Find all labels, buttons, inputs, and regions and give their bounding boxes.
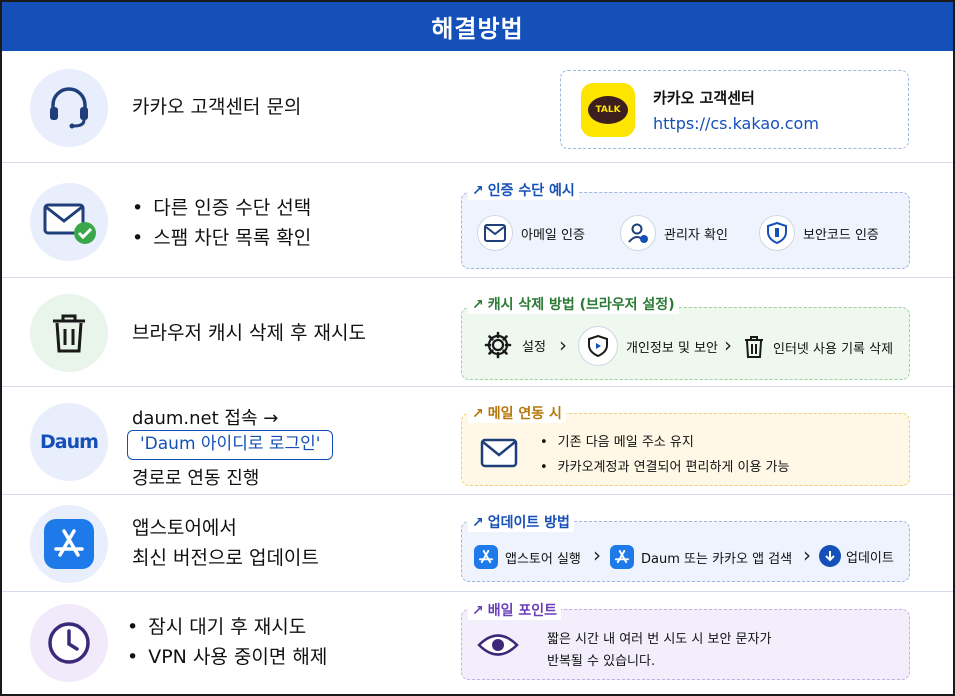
kakao-card-name: 카카오 고객센터 [653, 89, 755, 107]
page-title: 해결방법 [431, 15, 524, 43]
app-store-icon [474, 545, 498, 569]
cache-step-privacy[interactable]: 개인정보 및 보안 [578, 326, 718, 366]
auth-item-label: 보안코드 인증 [803, 227, 879, 243]
chevron-right-icon: › [803, 543, 811, 567]
solutions-card: 해결방법 카카오 고객센터 문의 TALK 카카오 고객센터 https://c… [0, 0, 955, 696]
chevron-right-icon: › [593, 543, 601, 567]
shield-icon [578, 326, 618, 366]
kakao-contact-card[interactable]: TALK 카카오 고객센터 https://cs.kakao.com [560, 70, 909, 149]
auth-item-email[interactable]: 아메일 인증 [477, 215, 585, 251]
row-kakao-support: 카카오 고객센터 문의 TALK 카카오 고객센터 https://cs.kak… [2, 51, 953, 163]
row-update-text: 앱스토어에서 최신 버전으로 업데이트 [132, 513, 319, 573]
bullet-item: 잠시 대기 후 재시도 [127, 612, 327, 642]
auth-item-label: 관리자 확인 [664, 227, 728, 243]
header-bar: 해결방법 [2, 2, 953, 51]
kakao-card-url[interactable]: https://cs.kakao.com [653, 114, 819, 133]
cache-panel-title: ↗ 캐시 삭제 방법 (브라우저 설정) [468, 294, 679, 314]
bullet-item: 스팸 차단 목록 확인 [132, 223, 311, 253]
trash-icon [743, 335, 765, 359]
update-line-2: 최신 버전으로 업데이트 [132, 547, 319, 569]
app-store-icon [610, 545, 634, 569]
update-step-open-store[interactable]: 앱스토어 실행 [474, 545, 581, 569]
bullet-item: VPN 사용 중이면 해제 [127, 642, 327, 672]
mail-icon [480, 438, 518, 472]
download-icon [819, 545, 841, 567]
trash-icon [30, 294, 108, 372]
row-auth-bullets: 다른 인증 수단 선택 스팸 차단 목록 확인 [132, 193, 311, 253]
app-store-icon [30, 505, 108, 583]
cache-step-label: 인터넷 사용 기록 삭제 [773, 341, 894, 357]
chevron-right-icon: › [559, 333, 567, 357]
user-check-icon [620, 215, 656, 251]
update-step-search[interactable]: Daum 또는 카카오 앱 검색 [610, 545, 792, 569]
row-retry-bullets: 잠시 대기 후 재시도 VPN 사용 중이면 해제 [127, 612, 327, 672]
tip-note-line-2: 반복될 수 있습니다. [547, 654, 656, 669]
update-step-install[interactable]: 업데이트 [819, 545, 894, 567]
bullet-item: 기존 다음 메일 주소 유지 [540, 430, 789, 455]
talk-icon: TALK [581, 83, 635, 137]
chevron-right-icon: › [724, 333, 732, 357]
update-step-label: 업데이트 [846, 550, 894, 566]
talk-badge-text: TALK [595, 105, 621, 115]
cache-step-label: 개인정보 및 보안 [626, 340, 718, 356]
mail-link-bullets: 기존 다음 메일 주소 유지 카카오계정과 연결되어 편리하게 이용 가능 [540, 430, 790, 480]
eye-icon [477, 632, 519, 662]
auth-item-code[interactable]: 보안코드 인증 [759, 215, 879, 251]
update-step-label: 앱스토어 실행 [505, 551, 581, 567]
row-cache-text: 브라우저 캐시 삭제 후 재시도 [132, 322, 366, 344]
cache-step-settings[interactable]: 설정 [484, 331, 546, 359]
daum-logo: Daum [30, 403, 108, 481]
mail-check-icon [30, 183, 108, 261]
tip-note: 짧은 시간 내 여러 번 시도 시 보안 문자가 반복될 수 있습니다. [547, 629, 771, 673]
auth-panel-title: ↗ 인증 수단 예시 [468, 180, 579, 200]
update-line-1: 앱스토어에서 [132, 517, 237, 539]
daum-logo-text: Daum [40, 431, 99, 453]
headset-icon [30, 69, 108, 147]
gear-icon [484, 331, 512, 359]
bullet-item: 다른 인증 수단 선택 [132, 193, 311, 223]
daum-login-highlight[interactable]: 'Daum 아이디로 로그인' [127, 430, 334, 460]
auth-item-label: 아메일 인증 [521, 227, 585, 243]
shield-icon [759, 215, 795, 251]
auth-item-admin[interactable]: 관리자 확인 [620, 215, 728, 251]
update-step-label: Daum 또는 카카오 앱 검색 [641, 551, 793, 567]
tip-panel-title: ↗ 배일 포인트 [468, 600, 562, 620]
tip-note-line-1: 짧은 시간 내 여러 번 시도 시 보안 문자가 [547, 632, 772, 647]
cache-step-clear-history[interactable]: 인터넷 사용 기록 삭제 [743, 335, 893, 359]
mail-link-panel-title: ↗ 메일 연동 시 [468, 403, 566, 423]
daum-line-1: daum.net 접속 → [132, 408, 279, 429]
row-kakao-text: 카카오 고객센터 문의 [132, 96, 302, 118]
bullet-item: 카카오계정과 연결되어 편리하게 이용 가능 [540, 455, 790, 480]
clock-icon [30, 604, 108, 682]
daum-line-3: 경로로 연동 진행 [132, 468, 260, 489]
update-panel-title: ↗ 업데이트 방법 [468, 512, 574, 532]
mail-icon [477, 215, 513, 251]
cache-step-label: 설정 [522, 339, 546, 355]
